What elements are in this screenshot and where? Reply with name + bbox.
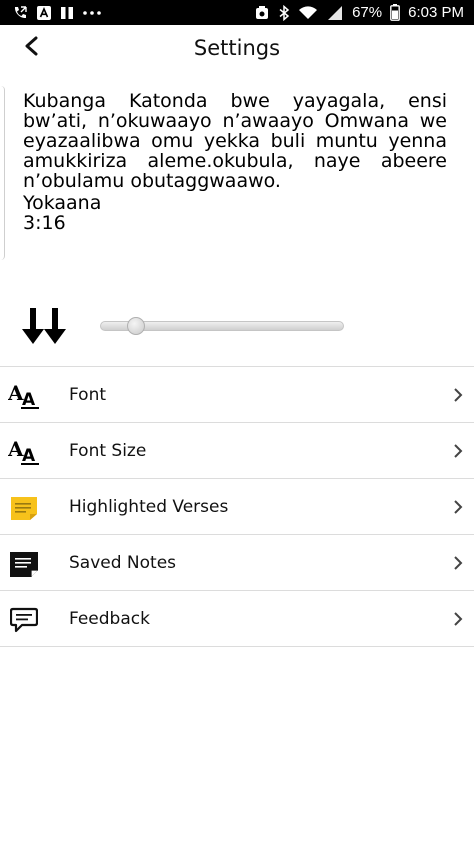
menu-label-highlighted-verses: Highlighted Verses: [69, 497, 229, 517]
chevron-right-icon: [452, 443, 464, 459]
menu-item-saved-notes[interactable]: Saved Notes: [0, 535, 474, 591]
menu-item-feedback[interactable]: Feedback: [0, 591, 474, 647]
alarm-icon: [254, 5, 270, 21]
menu-label-font-size: Font Size: [69, 441, 147, 461]
verse-reference: Yokaana 3:16: [23, 193, 101, 233]
app-header: Settings: [0, 25, 474, 71]
font-size-icon: A A: [8, 437, 40, 467]
menu-label-feedback: Feedback: [69, 609, 150, 629]
more-dots-icon: [82, 5, 102, 21]
sticky-note-icon: [8, 493, 40, 523]
pause-icon: [60, 5, 74, 21]
note-icon: [8, 549, 40, 579]
menu-item-font[interactable]: A A Font: [0, 367, 474, 423]
wifi-icon: [298, 5, 318, 21]
status-time: 6:03 PM: [408, 4, 464, 21]
page-title: Settings: [193, 36, 281, 60]
bluetooth-icon: [278, 4, 290, 21]
settings-menu: A A Font A A Font Size Highlighted Verse…: [0, 366, 474, 647]
chevron-right-icon: [452, 387, 464, 403]
font-icon: A A: [8, 381, 40, 411]
double-down-arrow-icon: [22, 306, 66, 346]
reference-chapter-verse: 3:16: [23, 212, 66, 234]
menu-label-saved-notes: Saved Notes: [69, 553, 177, 573]
battery-percent: 67%: [352, 4, 383, 21]
menu-item-font-size[interactable]: A A Font Size: [0, 423, 474, 479]
verse-preview: Kubanga Katonda bwe yayagala, ensi bw’at…: [0, 86, 474, 266]
back-button[interactable]: [18, 34, 46, 62]
scroll-speed-slider[interactable]: [100, 317, 344, 335]
preview-edge: [0, 86, 5, 260]
signal-icon: [326, 5, 344, 21]
status-right: 67% 6:03 PM: [254, 4, 464, 21]
chevron-right-icon: [452, 611, 464, 627]
call-icon: [12, 5, 28, 21]
feedback-icon: [8, 605, 40, 635]
battery-icon: [390, 4, 401, 21]
slider-thumb[interactable]: [127, 317, 145, 335]
verse-text: Kubanga Katonda bwe yayagala, ensi bw’at…: [23, 90, 447, 192]
menu-label-font: Font: [69, 385, 107, 405]
status-left: [12, 5, 102, 21]
chevron-right-icon: [452, 555, 464, 571]
scroll-speed-row: [0, 300, 474, 356]
status-bar: 67% 6:03 PM: [0, 0, 474, 25]
back-arrow-icon: [22, 36, 42, 60]
notification-a-icon: [36, 5, 52, 21]
reference-book: Yokaana: [23, 192, 102, 214]
chevron-right-icon: [452, 499, 464, 515]
menu-item-highlighted-verses[interactable]: Highlighted Verses: [0, 479, 474, 535]
